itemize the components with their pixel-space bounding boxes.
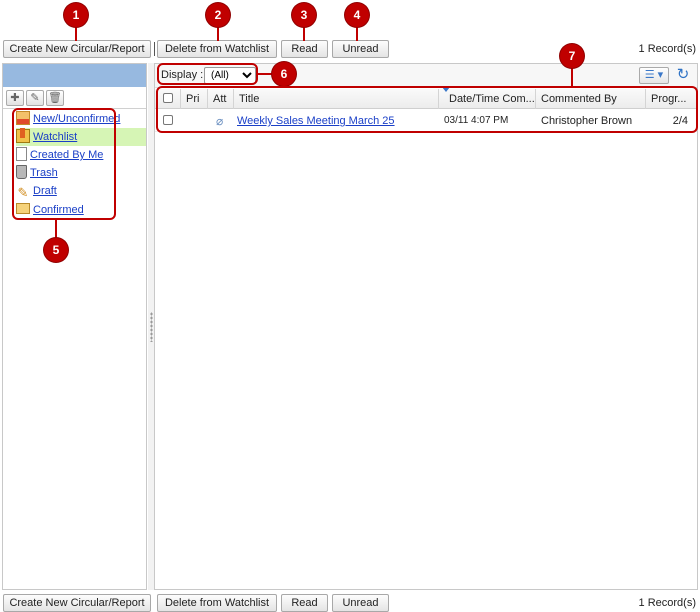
list-view-icon: ☰ ▾: [644, 69, 664, 81]
create-circular-button-bottom[interactable]: Create New Circular/Report: [3, 594, 151, 612]
folder-list-highlight: [12, 108, 116, 220]
record-count: 1 Record(s): [638, 43, 696, 55]
create-circular-button[interactable]: Create New Circular/Report: [3, 40, 151, 58]
add-icon[interactable]: ✚: [6, 90, 24, 106]
read-button[interactable]: Read: [281, 40, 328, 58]
callout-line-2: [217, 26, 219, 41]
refresh-icon[interactable]: ↻: [675, 67, 691, 83]
unread-button-bottom[interactable]: Unread: [332, 594, 389, 612]
callout-5: 5: [44, 238, 68, 262]
edit-icon[interactable]: ✎: [26, 90, 44, 106]
view-options-button[interactable]: ☰ ▾: [639, 67, 669, 84]
callout-2: 2: [206, 3, 230, 27]
list-pane: Display : (All) ☰ ▾ ↻ Pri Att Title Date…: [154, 63, 698, 590]
splitter-grip[interactable]: [150, 312, 153, 342]
folder-tools: ✚ ✎ 🗑: [3, 87, 146, 109]
callout-line-5: [55, 220, 57, 238]
folder-pane-header: [3, 64, 146, 87]
callout-line-4: [356, 26, 358, 41]
callout-line-7: [571, 66, 573, 86]
callout-line-6: [258, 73, 272, 75]
list-table-highlight: [156, 86, 698, 133]
callout-line-1: [75, 26, 77, 41]
callout-4: 4: [345, 3, 369, 27]
delete-from-watchlist-button[interactable]: Delete from Watchlist: [157, 40, 277, 58]
callout-line-3: [303, 26, 305, 41]
read-button-bottom[interactable]: Read: [281, 594, 328, 612]
callout-7: 7: [560, 44, 584, 68]
delete-from-watchlist-button-bottom[interactable]: Delete from Watchlist: [157, 594, 277, 612]
record-count-bottom: 1 Record(s): [638, 597, 696, 609]
display-filter-highlight: [157, 63, 258, 85]
callout-6: 6: [272, 62, 296, 86]
unread-button[interactable]: Unread: [332, 40, 389, 58]
toolbar-separator: [154, 42, 155, 56]
callout-3: 3: [292, 3, 316, 27]
callout-1: 1: [64, 3, 88, 27]
delete-icon[interactable]: 🗑: [46, 90, 64, 106]
